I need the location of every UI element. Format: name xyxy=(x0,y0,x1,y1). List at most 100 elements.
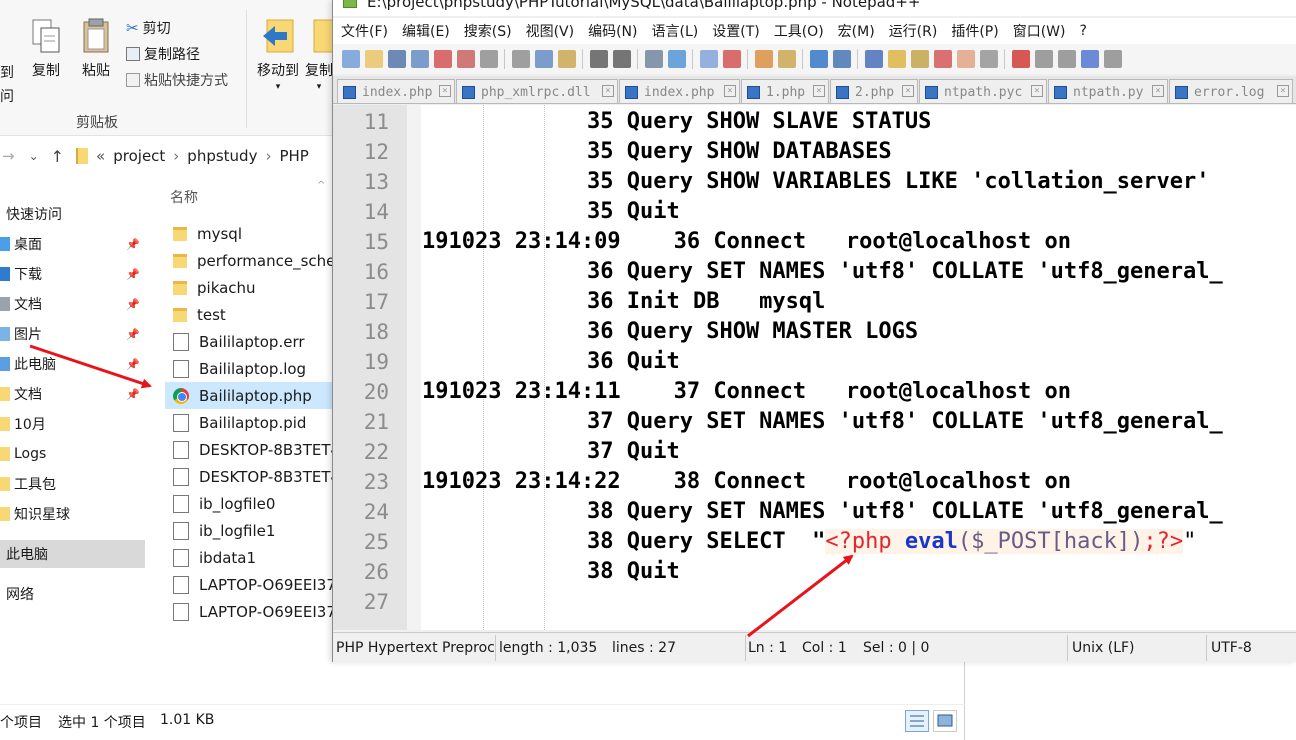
nav-item[interactable]: 此电脑 📌 xyxy=(0,350,145,378)
monitor-icon[interactable] xyxy=(979,50,998,68)
record-macro-icon[interactable] xyxy=(1011,50,1030,68)
file-row[interactable]: pikachu xyxy=(165,274,340,301)
run-macro-multiple-icon[interactable] xyxy=(1080,50,1099,68)
breadcrumb-phpstudy[interactable]: phpstudy xyxy=(187,147,257,165)
folder-workspace-icon[interactable] xyxy=(956,50,975,68)
pin-icon[interactable]: 📌 xyxy=(126,328,140,341)
file-tab[interactable]: php_xmlrpc.dll × xyxy=(456,79,618,103)
paste-button[interactable]: 粘贴 xyxy=(78,18,114,80)
up-arrow-icon[interactable]: ↑ xyxy=(51,147,64,166)
nav-item[interactable]: Logs xyxy=(0,440,145,468)
pin-icon[interactable]: 📌 xyxy=(126,388,140,401)
code-editor[interactable]: 11 35 Query SHOW SLAVE STATUS 12 35 Query S… xyxy=(333,105,1296,630)
file-row[interactable]: Baililaptop.php xyxy=(165,382,340,409)
breadcrumb-overflow[interactable]: « xyxy=(96,147,105,165)
close-tab-icon[interactable]: × xyxy=(1152,85,1164,97)
pin-icon[interactable]: 📌 xyxy=(126,268,140,281)
undo-icon[interactable] xyxy=(589,50,608,68)
nav-item[interactable]: 知识星球 xyxy=(0,500,145,528)
nav-item[interactable]: 下载 📌 xyxy=(0,260,145,288)
back-icon[interactable]: → xyxy=(2,147,15,165)
sync-horizontal-icon[interactable] xyxy=(777,50,796,68)
paste-icon[interactable] xyxy=(557,50,576,68)
pin-icon[interactable]: 📌 xyxy=(126,358,140,371)
redo-icon[interactable] xyxy=(612,50,631,68)
find-icon[interactable] xyxy=(644,50,663,68)
file-tab[interactable]: index.php × xyxy=(619,79,740,103)
breadcrumb-project[interactable]: project xyxy=(113,147,165,165)
close-tab-icon[interactable]: × xyxy=(902,85,914,97)
user-lang-icon[interactable] xyxy=(887,50,906,68)
menu-item[interactable]: 语言(L) xyxy=(652,21,699,41)
file-tab[interactable]: ntpath.pyc × xyxy=(919,79,1047,103)
file-row[interactable]: performance_schema xyxy=(165,247,340,274)
new-file-icon[interactable] xyxy=(341,50,360,68)
file-row[interactable]: mysql xyxy=(165,220,340,247)
cut-button[interactable]: ✂ 剪切 xyxy=(126,18,171,38)
file-row[interactable]: ib_logfile1 xyxy=(165,517,340,544)
move-to-button[interactable]: 移动到 ▾ xyxy=(254,18,302,92)
menu-item[interactable]: 窗口(W) xyxy=(1013,21,1066,41)
file-row[interactable]: LAPTOP-O69EEI37. xyxy=(165,598,340,625)
cut-icon[interactable] xyxy=(511,50,530,68)
menu-item[interactable]: 宏(M) xyxy=(838,21,875,41)
paste-shortcut-button[interactable]: 粘贴快捷方式 xyxy=(126,70,228,90)
function-list-icon[interactable] xyxy=(933,50,952,68)
indent-guide-icon[interactable] xyxy=(864,50,883,68)
close-tab-icon[interactable]: × xyxy=(1277,85,1289,97)
file-row[interactable]: Baililaptop.err xyxy=(165,328,340,355)
menu-item[interactable]: 设置(T) xyxy=(712,21,759,41)
file-row[interactable]: DESKTOP-8B3TET4 xyxy=(165,463,340,490)
file-tab[interactable]: error.log × xyxy=(1169,79,1293,103)
nav-item[interactable]: 此电脑 xyxy=(0,540,145,568)
file-tab[interactable]: 2.php × xyxy=(830,79,918,103)
file-row[interactable]: Baililaptop.log xyxy=(165,355,340,382)
nav-item[interactable]: 文档 📌 xyxy=(0,380,145,408)
file-row[interactable]: Baililaptop.pid xyxy=(165,409,340,436)
doc-map-icon[interactable] xyxy=(910,50,929,68)
zoom-out-icon[interactable] xyxy=(722,50,741,68)
details-view-button[interactable] xyxy=(905,710,929,732)
play-macro-icon[interactable] xyxy=(1057,50,1076,68)
file-tab[interactable]: ntpath.py × xyxy=(1048,79,1168,103)
file-tab[interactable]: index.php × xyxy=(337,79,455,103)
close-tab-icon[interactable]: × xyxy=(1031,85,1043,97)
pin-icon[interactable]: 📌 xyxy=(126,298,140,311)
nav-item[interactable]: 网络 xyxy=(0,580,145,608)
sync-vertical-icon[interactable] xyxy=(754,50,773,68)
file-row[interactable]: LAPTOP-O69EEI37. xyxy=(165,571,340,598)
copy-path-button[interactable]: 复制路径 xyxy=(126,44,200,64)
file-row[interactable]: ibdata1 xyxy=(165,544,340,571)
close-tab-icon[interactable]: × xyxy=(439,85,451,97)
save-icon[interactable] xyxy=(387,50,406,68)
nav-item[interactable]: 文档 📌 xyxy=(0,290,145,318)
menu-item[interactable]: 插件(P) xyxy=(951,21,998,41)
pin-icon[interactable]: 📌 xyxy=(126,238,140,251)
nav-item[interactable]: 快速访问 xyxy=(0,200,145,228)
nav-item[interactable]: 桌面 📌 xyxy=(0,230,145,258)
close-tab-icon[interactable]: × xyxy=(724,85,736,97)
copy-button[interactable]: 复制 xyxy=(28,18,64,80)
file-row[interactable]: DESKTOP-8B3TET4 xyxy=(165,436,340,463)
nav-item[interactable]: 图片 📌 xyxy=(0,320,145,348)
menu-item[interactable]: ? xyxy=(1080,23,1087,39)
nav-item[interactable]: 工具包 xyxy=(0,470,145,498)
close-icon[interactable] xyxy=(433,50,452,68)
word-wrap-icon[interactable] xyxy=(809,50,828,68)
open-file-icon[interactable] xyxy=(364,50,383,68)
file-tab[interactable]: 1.php × xyxy=(741,79,829,103)
close-all-icon[interactable] xyxy=(456,50,475,68)
stop-record-icon[interactable] xyxy=(1034,50,1053,68)
menu-item[interactable]: 工具(O) xyxy=(774,21,824,41)
menu-item[interactable]: 编辑(E) xyxy=(402,21,450,41)
column-header-name[interactable]: 名称 xyxy=(170,187,198,207)
zoom-in-icon[interactable] xyxy=(699,50,718,68)
address-bar[interactable]: → ⌄ ↑ « project › phpstudy › PHP xyxy=(0,140,340,172)
menu-item[interactable]: 编码(N) xyxy=(588,21,637,41)
thumbnail-view-button[interactable] xyxy=(933,710,957,732)
close-tab-icon[interactable]: × xyxy=(602,85,614,97)
replace-icon[interactable] xyxy=(667,50,686,68)
save-macro-icon[interactable] xyxy=(1103,50,1122,68)
close-tab-icon[interactable]: × xyxy=(813,85,825,97)
menu-item[interactable]: 搜索(S) xyxy=(464,21,512,41)
